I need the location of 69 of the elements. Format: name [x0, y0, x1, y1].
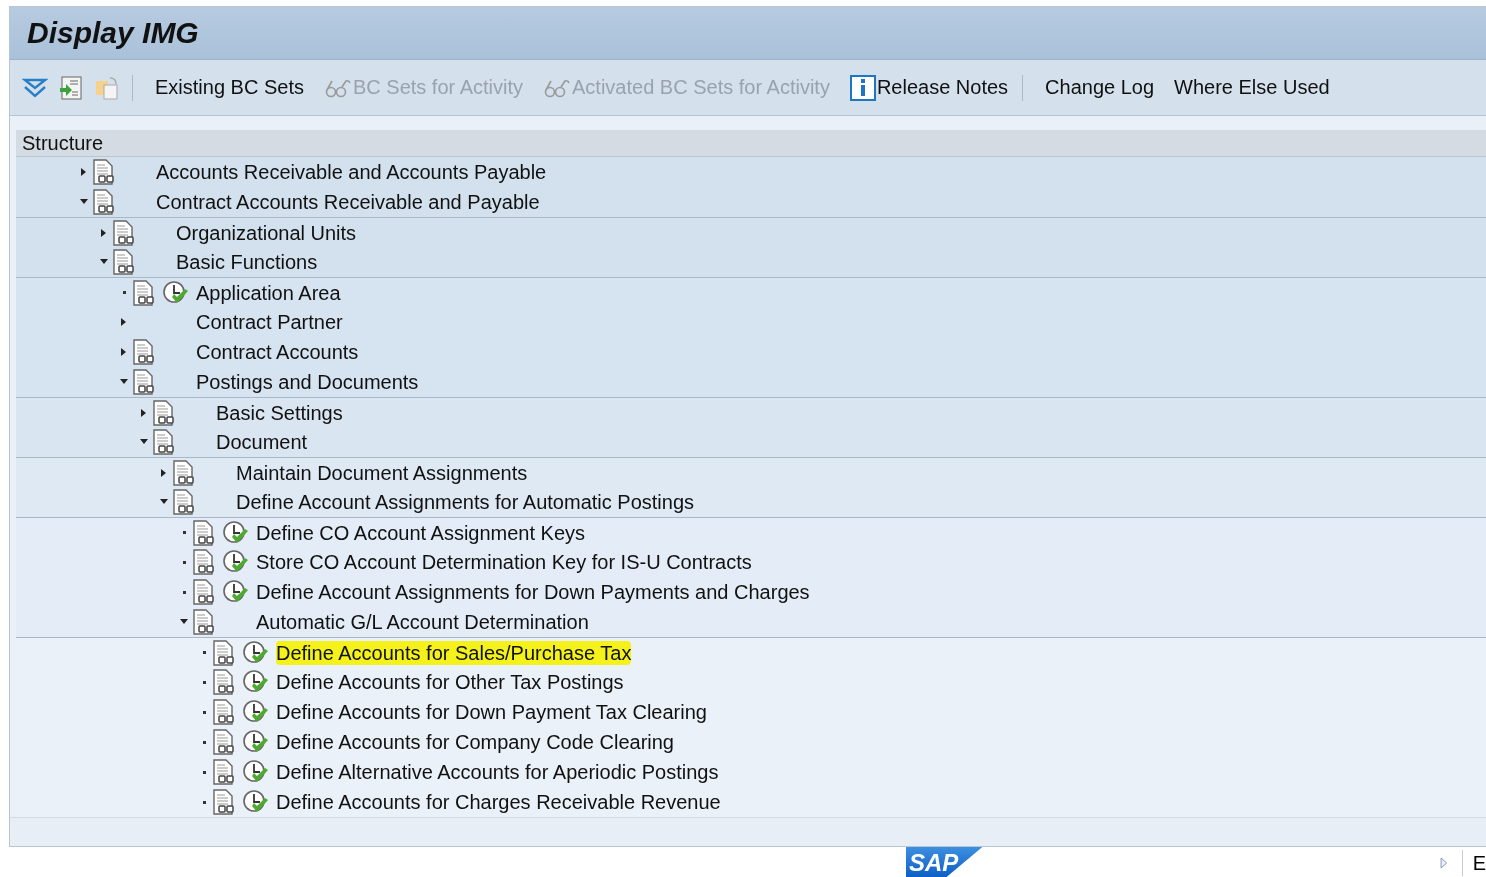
info-icon: [849, 74, 876, 101]
tree-node[interactable]: Define CO Account Assignment Keys: [256, 520, 586, 545]
tree-node[interactable]: Contract Partner: [196, 310, 343, 334]
documentation-icon[interactable]: [152, 399, 176, 426]
documentation-icon[interactable]: [152, 429, 176, 455]
collapse-toggle[interactable]: [180, 619, 188, 625]
tree-node[interactable]: Define Accounts for Charges Receivable Revenue: [276, 790, 721, 814]
tree-node[interactable]: Contract Accounts: [196, 340, 359, 364]
clock-check-icon[interactable]: [162, 279, 190, 306]
documentation-icon[interactable]: [132, 339, 156, 365]
tree-node[interactable]: Define Alternative Accounts for Aperiodic Postings: [276, 760, 719, 784]
status-text: E: [1472, 851, 1486, 875]
documentation-icon[interactable]: [132, 279, 156, 306]
tree-node[interactable]: Postings and Documents: [196, 370, 419, 394]
tree-node[interactable]: Define Accounts for Company Code Clearing: [276, 730, 674, 754]
tree-node[interactable]: Application Area: [196, 280, 341, 305]
tree-node[interactable]: Define Accounts for Other Tax Postings: [276, 670, 624, 694]
clock-check-icon[interactable]: [242, 789, 270, 815]
documentation-icon[interactable]: [192, 609, 216, 635]
documentation-icon[interactable]: [112, 249, 136, 275]
expand-toggle[interactable]: [121, 318, 127, 326]
clock-check-icon[interactable]: [222, 519, 250, 546]
tree-node[interactable]: Organizational Units: [176, 220, 357, 245]
tree-node[interactable]: Maintain Document Assignments: [236, 460, 528, 485]
documentation-icon[interactable]: [172, 459, 196, 486]
collapse-toggle[interactable]: [100, 259, 108, 265]
documentation-icon[interactable]: [192, 549, 216, 575]
clock-check-icon[interactable]: [222, 549, 250, 575]
tree-node[interactable]: Basic Settings: [216, 400, 343, 425]
clock-check-icon[interactable]: [242, 759, 270, 785]
tree-node[interactable]: Define Accounts for Sales/Purchase Tax: [276, 640, 632, 665]
collapse-toggle[interactable]: [140, 439, 148, 445]
column-header: Structure: [16, 130, 1486, 157]
expand-toggle[interactable]: [161, 468, 167, 477]
sap-logo: SAP: [906, 847, 983, 877]
window-title: Display IMG: [27, 16, 199, 50]
toolbar-button[interactable]: Where Else Used: [1166, 69, 1338, 106]
documentation-icon[interactable]: [92, 159, 116, 185]
collapse-toggle[interactable]: [80, 199, 88, 205]
tree-node[interactable]: Define Accounts for Down Payment Tax Clearing: [276, 700, 707, 724]
collapse-toggle[interactable]: [160, 499, 168, 505]
clock-check-icon[interactable]: [222, 579, 250, 605]
expand-toggle[interactable]: [121, 348, 127, 356]
expand-toggle[interactable]: [101, 228, 107, 237]
collapse-toggle[interactable]: [120, 379, 128, 385]
toolbar-button[interactable]: Change Log: [1037, 69, 1163, 106]
toolbar-button[interactable]: Existing BC Sets: [147, 69, 312, 106]
documentation-icon[interactable]: [212, 699, 236, 725]
documentation-icon[interactable]: [112, 219, 136, 246]
expand-toggle[interactable]: [141, 408, 147, 417]
documentation-icon[interactable]: [192, 519, 216, 546]
clock-check-icon[interactable]: [242, 699, 270, 725]
tree-node[interactable]: Document: [216, 430, 308, 454]
documentation-icon[interactable]: [172, 489, 196, 515]
documentation-icon[interactable]: [212, 789, 236, 815]
documentation-icon[interactable]: [192, 579, 216, 605]
tree-node[interactable]: Automatic G/L Account Determination: [256, 610, 589, 634]
expand-toggle[interactable]: [81, 168, 87, 176]
documentation-icon[interactable]: [212, 729, 236, 755]
documentation-icon[interactable]: [212, 639, 236, 666]
toolbar-button[interactable]: Release Notes: [841, 69, 1017, 106]
clock-check-icon[interactable]: [242, 639, 270, 666]
documentation-icon[interactable]: [92, 189, 116, 215]
clock-check-icon[interactable]: [242, 669, 270, 695]
documentation-icon[interactable]: [132, 369, 156, 395]
clock-check-icon[interactable]: [242, 729, 270, 755]
documentation-icon[interactable]: [212, 669, 236, 695]
tree-node[interactable]: Basic Functions: [176, 250, 318, 274]
documentation-icon[interactable]: [212, 759, 236, 785]
